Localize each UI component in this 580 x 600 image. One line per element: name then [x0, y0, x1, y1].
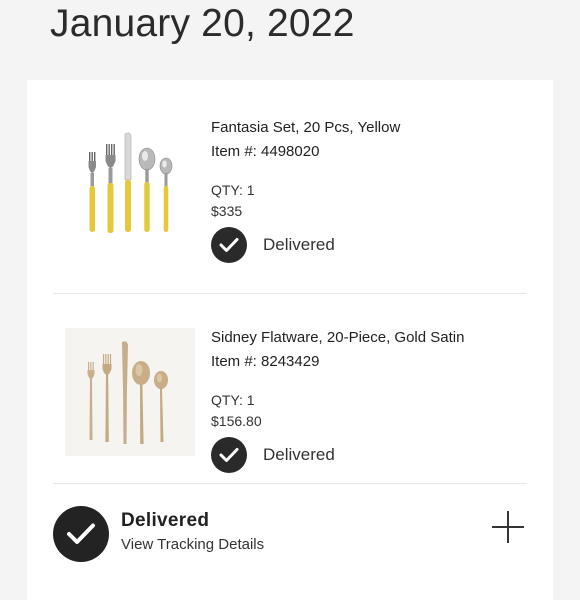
check-icon — [211, 437, 247, 473]
item-status: Delivered — [211, 227, 400, 263]
delivery-status-title: Delivered — [121, 510, 210, 531]
check-icon — [211, 227, 247, 263]
product-image-fantasia[interactable] — [65, 124, 195, 252]
product-name[interactable]: Sidney Flatware, 20-Piece, Gold Satin — [211, 328, 464, 348]
product-name[interactable]: Fantasia Set, 20 Pcs, Yellow — [211, 118, 400, 138]
item-number: Item #: 8243429 — [211, 353, 320, 370]
item-status: Delivered — [211, 437, 464, 473]
plus-icon[interactable] — [491, 510, 525, 544]
item-quantity: QTY: 1 — [211, 182, 255, 198]
item-info: Fantasia Set, 20 Pcs, Yellow Item #: 449… — [211, 118, 400, 263]
item-info: Sidney Flatware, 20-Piece, Gold Satin It… — [211, 328, 464, 473]
status-label: Delivered — [263, 235, 335, 254]
order-item[interactable]: Sidney Flatware, 20-Piece, Gold Satin It… — [27, 294, 553, 484]
order-item[interactable]: Fantasia Set, 20 Pcs, Yellow Item #: 449… — [27, 80, 553, 294]
gold-flatware-image — [87, 341, 168, 444]
check-icon — [53, 506, 109, 562]
item-price: $156.80 — [211, 413, 262, 429]
item-number: Item #: 4498020 — [211, 143, 320, 160]
order-card: Fantasia Set, 20 Pcs, Yellow Item #: 449… — [27, 80, 553, 600]
product-image-sidney[interactable] — [65, 328, 195, 456]
status-label: Delivered — [263, 445, 335, 464]
yellow-flatware-image — [88, 132, 173, 233]
delivery-summary: Delivered View Tracking Details — [27, 484, 553, 600]
order-date-heading: January 20, 2022 — [50, 2, 355, 45]
item-price: $335 — [211, 203, 243, 219]
item-quantity: QTY: 1 — [211, 392, 255, 408]
view-tracking-link[interactable]: View Tracking Details — [121, 536, 264, 553]
